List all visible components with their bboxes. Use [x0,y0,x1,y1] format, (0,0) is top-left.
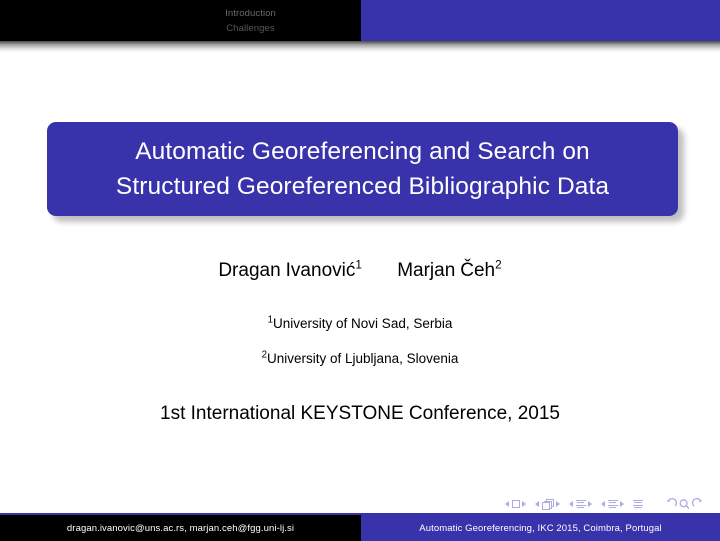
subsection-navigation-group [569,499,592,509]
next-frame-icon[interactable] [556,501,560,507]
footer-left-panel: dragan.ivanovic@uns.ac.rs, marjan.ceh@fg… [0,515,361,541]
author-2-affiliation-marker: 2 [495,258,502,272]
previous-slide-icon[interactable] [505,501,509,507]
affiliation-2: 2University of Ljubljana, Slovenia [0,350,720,367]
affiliation-list: 1University of Novi Sad, Serbia 2Univers… [0,315,720,386]
presentation-title-line-1: Automatic Georeferencing and Search on [135,138,590,165]
title-block: Automatic Georeferencing and Search on S… [47,122,684,222]
author-2-first-name: Marjan [397,260,456,281]
beamer-navigation-symbols [505,496,704,512]
previous-frame-icon[interactable] [535,501,539,507]
header-navigation-bar: Introduction Challenges [0,0,720,41]
next-section-icon[interactable] [620,501,624,507]
header-nav-item-challenges[interactable]: Challenges [226,21,275,36]
header-drop-shadow [0,41,720,52]
slide-navigation-group [505,500,526,508]
author-list: Dragan Ivanović1 Marjan Čeh2 [0,258,720,284]
affiliation-1: 1University of Novi Sad, Serbia [0,315,720,332]
footer-presentation-info: Automatic Georeferencing, IKC 2015, Coim… [419,522,662,534]
history-navigation-group [665,498,704,510]
frame-icon[interactable] [541,499,554,510]
previous-subsection-icon[interactable] [569,501,573,507]
footer-bar: dragan.ivanovic@uns.ac.rs, marjan.ceh@fg… [0,515,720,541]
author-2-last-name: Čeh [460,260,496,281]
search-icon[interactable] [678,498,691,510]
header-nav-item-introduction[interactable]: Introduction [225,6,276,21]
author-1-last-name: Ivanović [285,260,356,281]
slide-icon[interactable] [511,500,520,508]
document-icon[interactable] [633,499,643,509]
footer-right-panel: Automatic Georeferencing, IKC 2015, Coim… [361,515,720,541]
conference-name: 1st International KEYSTONE Conference, 2… [160,403,560,424]
author-2: Marjan Čeh2 [397,258,501,284]
header-section-list: Introduction Challenges [0,0,361,41]
forward-arrow-icon[interactable] [692,498,704,510]
document-navigation-group [633,499,643,509]
author-1-affiliation-marker: 1 [355,258,362,272]
author-1-first-name: Dragan [218,260,281,281]
next-slide-icon[interactable] [522,501,526,507]
section-navigation-group [601,499,624,509]
author-1: Dragan Ivanović1 [218,258,362,284]
next-subsection-icon[interactable] [588,501,592,507]
subsection-icon[interactable] [575,499,586,509]
footer-author-emails: dragan.ivanovic@uns.ac.rs, marjan.ceh@fg… [66,522,295,534]
previous-section-icon[interactable] [601,501,605,507]
affiliation-2-name: University of Ljubljana, Slovenia [267,351,459,366]
section-icon[interactable] [607,499,618,509]
header-accent-panel [361,0,720,41]
back-arrow-icon[interactable] [665,498,677,510]
presentation-title-line-2: Structured Georeferenced Bibliographic D… [115,173,610,200]
title-box: Automatic Georeferencing and Search on S… [47,122,678,216]
affiliation-1-name: University of Novi Sad, Serbia [273,316,453,331]
frame-navigation-group [535,499,560,510]
